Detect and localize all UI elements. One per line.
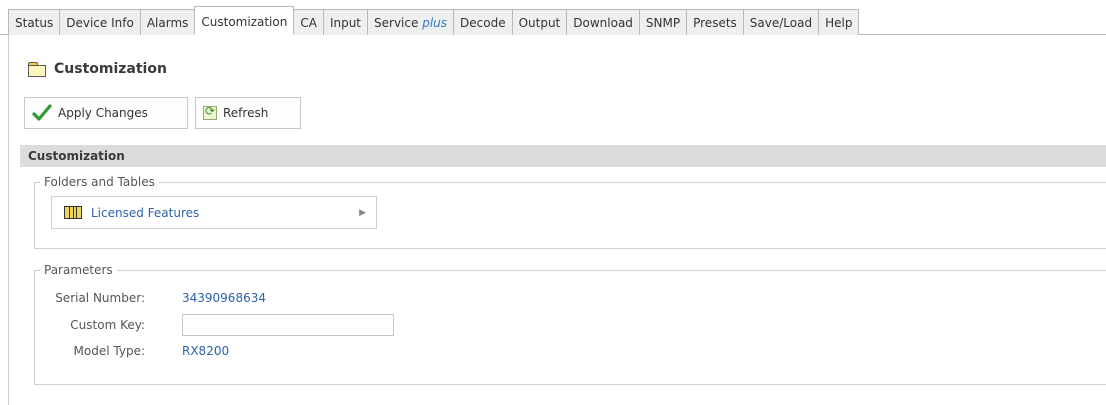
folders-legend: Folders and Tables <box>40 175 159 189</box>
table-icon <box>64 206 82 219</box>
parameters-legend: Parameters <box>40 263 117 277</box>
folder-icon <box>28 62 46 77</box>
tab-alarms[interactable]: Alarms <box>139 9 196 35</box>
tab-input[interactable]: Input <box>322 9 369 35</box>
tab-help[interactable]: Help <box>818 9 860 35</box>
folders-and-tables-group: Folders and Tables Licensed Features ▶ <box>34 175 1106 249</box>
folder-item-licensed-features[interactable]: Licensed Features ▶ <box>51 196 377 229</box>
serial-number-label: Serial Number: <box>55 291 145 305</box>
tab-output[interactable]: Output <box>511 9 568 35</box>
model-type-row: Model Type: RX8200 <box>35 341 230 361</box>
model-type-value: RX8200 <box>182 344 230 358</box>
tab-service-label: Service <box>374 16 419 30</box>
tab-device-info[interactable]: Device Info <box>59 9 141 35</box>
tab-service-plus[interactable]: Service plus <box>367 9 455 35</box>
tab-customization[interactable]: Customization <box>194 6 295 35</box>
custom-key-input[interactable] <box>182 314 394 336</box>
refresh-label: Refresh <box>223 106 269 120</box>
refresh-icon <box>203 104 217 120</box>
serial-number-row: Serial Number: 34390968634 <box>35 288 266 308</box>
tab-presets[interactable]: Presets <box>686 9 744 35</box>
custom-key-label: Custom Key: <box>70 318 145 332</box>
section-header: Customization <box>20 145 1106 167</box>
page-title: Customization <box>28 58 167 80</box>
arrow-right-icon: ▶ <box>359 207 366 218</box>
tab-snmp[interactable]: SNMP <box>638 9 688 35</box>
tab-status[interactable]: Status <box>8 9 61 35</box>
apply-changes-label: Apply Changes <box>58 106 148 120</box>
model-type-label: Model Type: <box>73 344 145 358</box>
tab-download[interactable]: Download <box>566 9 640 35</box>
refresh-button[interactable]: Refresh <box>195 97 301 129</box>
custom-key-row: Custom Key: <box>35 314 394 336</box>
parameters-group: Parameters Serial Number: 34390968634 Cu… <box>34 263 1106 385</box>
check-icon <box>32 104 52 121</box>
tab-save-load[interactable]: Save/Load <box>742 9 820 35</box>
tab-bar: Status Device Info Alarms Customization … <box>0 6 1106 35</box>
apply-changes-button[interactable]: Apply Changes <box>24 97 188 129</box>
serial-number-value: 34390968634 <box>182 291 266 305</box>
folder-item-label: Licensed Features <box>91 205 200 220</box>
tab-decode[interactable]: Decode <box>453 9 513 35</box>
tab-ca[interactable]: CA <box>293 9 324 35</box>
page-title-text: Customization <box>54 61 167 77</box>
tab-service-plus-suffix: plus <box>422 16 448 30</box>
page-left-border <box>8 35 9 405</box>
